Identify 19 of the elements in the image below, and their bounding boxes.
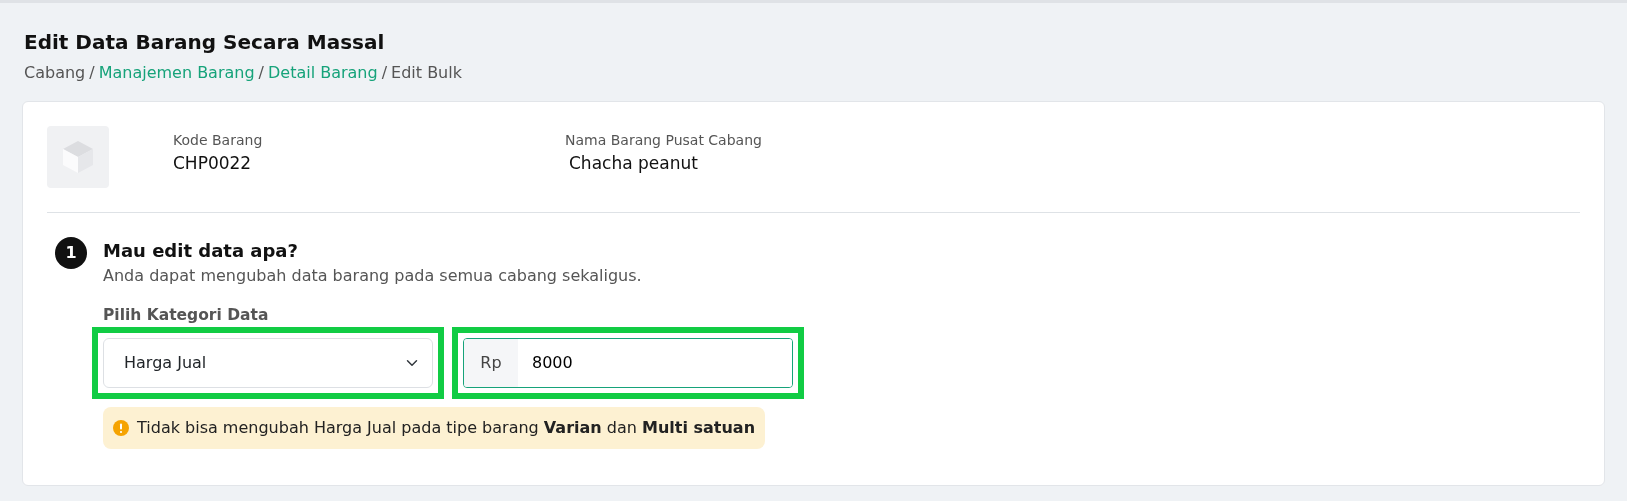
field-value: CHP0022 bbox=[173, 152, 253, 175]
step-title: Mau edit data apa? bbox=[103, 239, 299, 263]
breadcrumb-item: Cabang bbox=[24, 62, 86, 84]
price-input[interactable]: Rp 8000 bbox=[463, 338, 793, 389]
breadcrumb-separator: / bbox=[258, 62, 264, 84]
field-label: Kode Barang bbox=[173, 131, 264, 150]
breadcrumb-separator: / bbox=[381, 62, 388, 84]
breadcrumb-item: Edit Bulk bbox=[391, 62, 462, 84]
field-value: Chacha peanut bbox=[568, 152, 699, 175]
step-description: Anda dapat mengubah data barang pada semua cabang sekaligus. bbox=[103, 265, 643, 287]
field-label: Nama Barang Pusat Cabang bbox=[565, 131, 763, 150]
category-select[interactable]: Harga Jual bbox=[103, 338, 433, 389]
warning-icon bbox=[113, 420, 129, 437]
field-label: Pilih Kategori Data bbox=[103, 305, 270, 326]
box-icon bbox=[61, 139, 95, 175]
breadcrumb-separator: / bbox=[89, 62, 95, 84]
warning-text: Tidak bisa mengubah Harga Jual pada tipe barang Varian dan Multi satuan bbox=[137, 417, 756, 440]
step-number: 1 bbox=[55, 237, 87, 269]
page-title: Edit Data Barang Secara Massal bbox=[24, 29, 386, 56]
